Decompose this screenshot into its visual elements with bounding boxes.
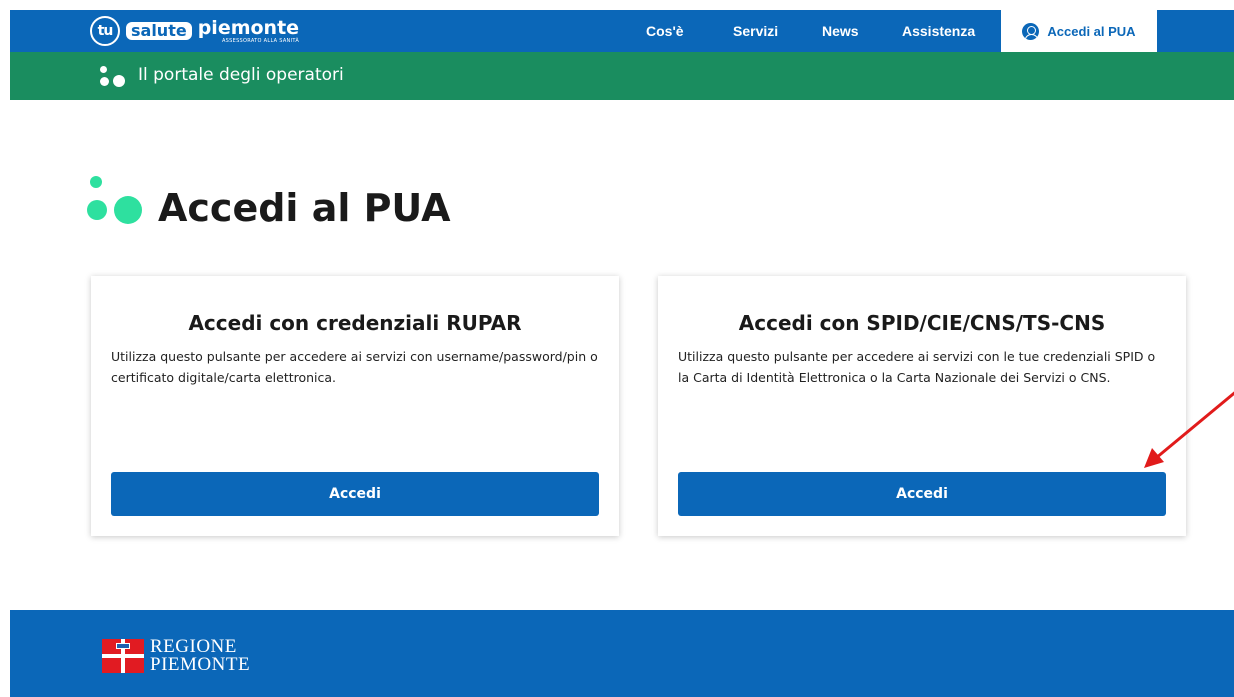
regione-logo-text: REGIONE PIEMONTE xyxy=(150,637,251,675)
logo-text: piemonte ASSESSORATO ALLA SANITÀ xyxy=(198,18,299,44)
regione-flag-icon xyxy=(102,639,144,673)
nav-link-servizi[interactable]: Servizi xyxy=(733,10,778,52)
top-navigation-bar: tu salute piemonte ASSESSORATO ALLA SANI… xyxy=(10,10,1234,52)
annotation-arrow-icon xyxy=(1144,391,1234,468)
page-title: Accedi al PUA xyxy=(158,186,451,230)
accedi-spid-button[interactable]: Accedi xyxy=(678,472,1166,516)
logo-tu-badge: tu xyxy=(90,16,120,46)
card-description: Utilizza questo pulsante per accedere ai… xyxy=(678,349,1156,385)
nav-link-assistenza[interactable]: Assistenza xyxy=(902,10,975,52)
nav-link-news[interactable]: News xyxy=(822,10,859,52)
logo-salute-badge: salute xyxy=(126,22,192,40)
page: tu salute piemonte ASSESSORATO ALLA SANI… xyxy=(10,10,1234,697)
logo-subtitle: ASSESSORATO ALLA SANITÀ xyxy=(221,38,300,44)
heading-dots-icon xyxy=(86,176,150,224)
card-title: Accedi con SPID/CIE/CNS/TS-CNS xyxy=(738,311,1106,335)
nav-link-cose[interactable]: Cos'è xyxy=(646,10,684,52)
portal-subtitle: Il portale degli operatori xyxy=(138,65,344,85)
regione-logo-line2: PIEMONTE xyxy=(150,654,251,675)
regione-piemonte-logo[interactable]: REGIONE PIEMONTE xyxy=(102,637,251,675)
dots-logo-icon xyxy=(98,66,130,88)
card-rupar-login: Accedi con credenziali RUPAR Utilizza qu… xyxy=(91,276,619,536)
salute-piemonte-logo[interactable]: tu salute piemonte ASSESSORATO ALLA SANI… xyxy=(90,14,299,48)
portal-subheader: Il portale degli operatori xyxy=(10,52,1234,100)
card-spid-login: Accedi con SPID/CIE/CNS/TS-CNS Utilizza … xyxy=(658,276,1186,536)
logo-piemonte: piemonte xyxy=(197,17,300,39)
accedi-rupar-button[interactable]: Accedi xyxy=(111,472,599,516)
footer: REGIONE PIEMONTE xyxy=(10,610,1234,697)
user-circle-icon xyxy=(1022,22,1040,40)
accedi-al-pua-tab-label: Accedi al PUA xyxy=(1047,23,1136,39)
accedi-al-pua-tab[interactable]: Accedi al PUA xyxy=(1001,10,1157,52)
card-title: Accedi con credenziali RUPAR xyxy=(188,311,522,335)
card-description: Utilizza questo pulsante per accedere ai… xyxy=(111,349,598,385)
